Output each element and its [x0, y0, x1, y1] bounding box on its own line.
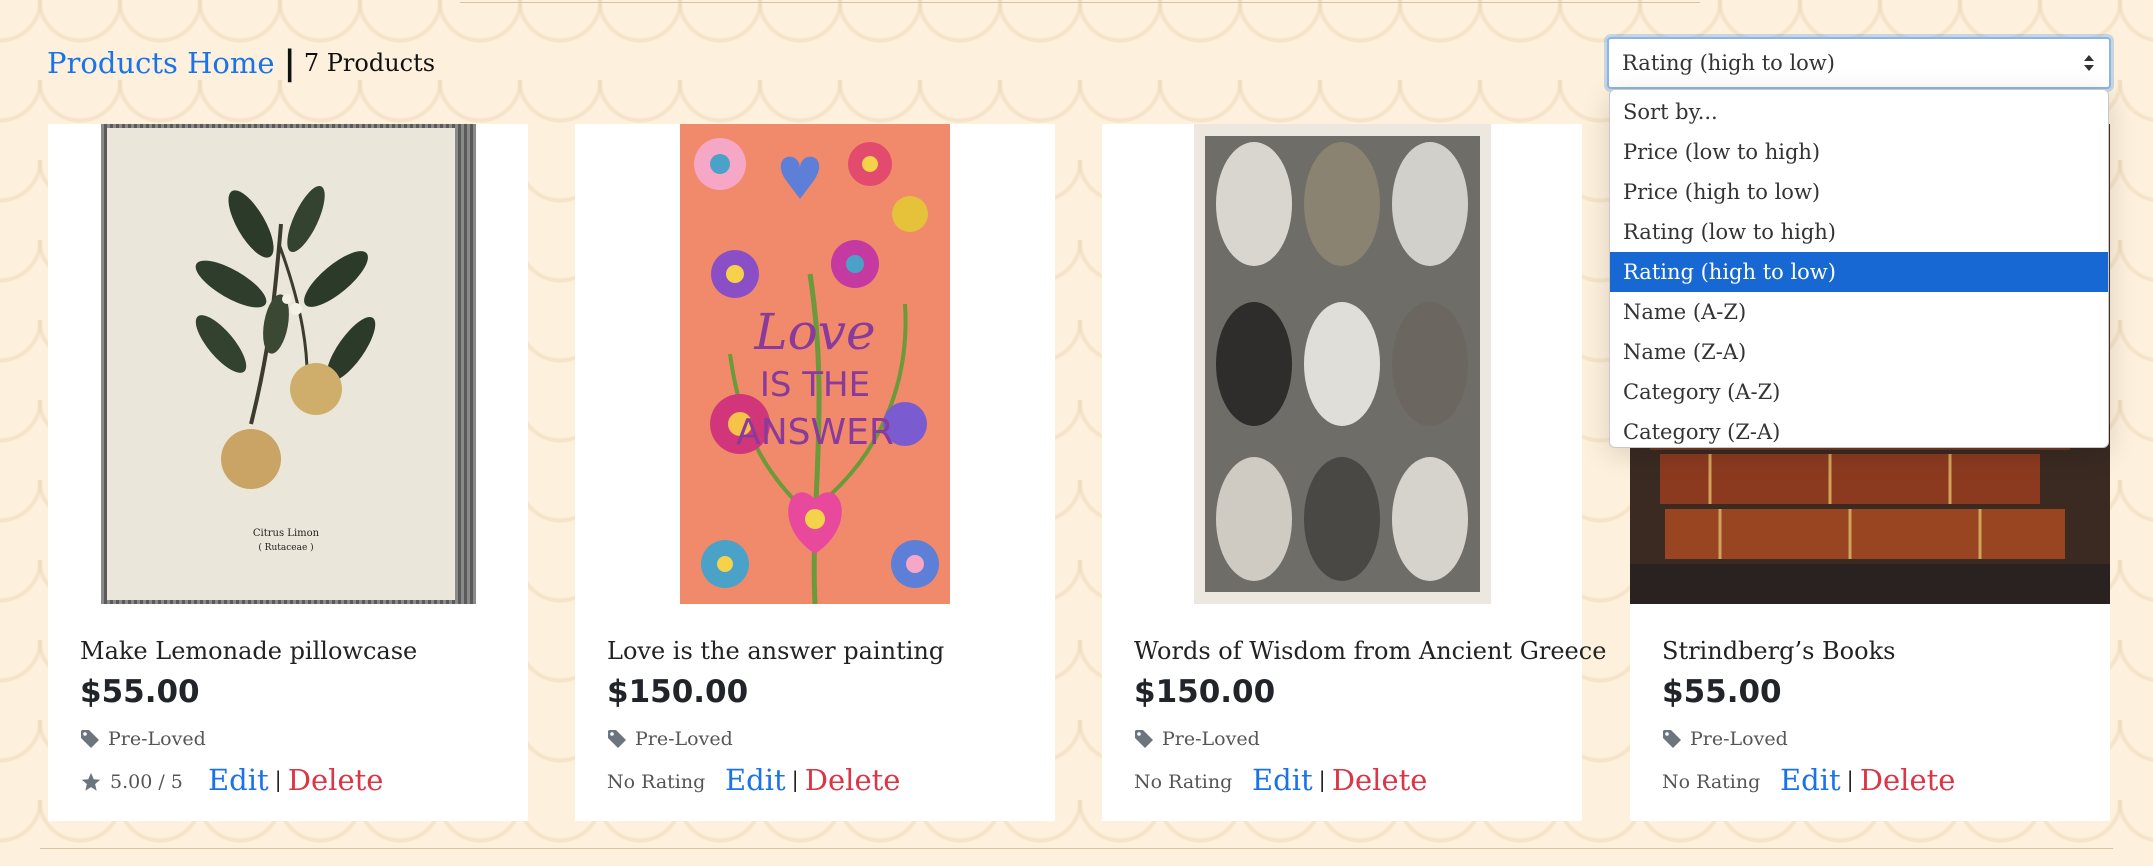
- edit-link[interactable]: Edit: [208, 763, 269, 797]
- rating-value: No Rating: [1662, 771, 1761, 793]
- delete-link[interactable]: Delete: [1332, 763, 1428, 797]
- product-actions: Edit | Delete: [1780, 760, 1955, 800]
- product-title: Words of Wisdom from Ancient Greece: [1134, 637, 1607, 665]
- product-rating: No Rating: [1134, 767, 1232, 797]
- product-title: Make Lemonade pillowcase: [80, 637, 418, 665]
- product-price: $150.00: [1134, 674, 1276, 710]
- page-header: Products Home | 7 Products: [47, 40, 435, 86]
- product-price: $55.00: [1662, 674, 1782, 710]
- action-separator: |: [1318, 768, 1326, 792]
- product-rating: 5.00 / 5: [80, 767, 183, 797]
- rating-value: No Rating: [1134, 771, 1233, 793]
- painting-text: IS THE: [760, 365, 870, 405]
- product-image-pillowcase[interactable]: Citrus Limon ( Rutaceae ): [101, 124, 476, 604]
- star-icon: [81, 772, 101, 791]
- tag-icon: [608, 730, 626, 748]
- delete-link[interactable]: Delete: [288, 763, 384, 797]
- sort-dropdown-menu: Sort by... Price (low to high) Price (hi…: [1609, 89, 2109, 448]
- sort-option[interactable]: Rating (low to high): [1610, 212, 2108, 252]
- sort-option[interactable]: Price (low to high): [1610, 132, 2108, 172]
- product-category: Pre-Loved: [607, 728, 733, 750]
- tag-icon: [81, 730, 99, 748]
- product-card: Citrus Limon ( Rutaceae ) Make Lemonade …: [48, 124, 528, 821]
- product-price: $150.00: [607, 674, 749, 710]
- header-separator: |: [283, 43, 296, 83]
- image-caption-sub: ( Rutaceae ): [258, 542, 313, 553]
- edit-link[interactable]: Edit: [1780, 763, 1841, 797]
- product-title: Love is the answer painting: [607, 637, 945, 665]
- sort-option[interactable]: Name (Z-A): [1610, 332, 2108, 372]
- action-separator: |: [791, 768, 799, 792]
- bottom-divider: [40, 848, 2113, 849]
- delete-link[interactable]: Delete: [805, 763, 901, 797]
- rating-value: 5.00 / 5: [110, 771, 183, 793]
- category-label: Pre-Loved: [635, 728, 733, 750]
- product-image-painting[interactable]: Love IS THE ANSWER: [680, 124, 950, 604]
- category-label: Pre-Loved: [1690, 728, 1788, 750]
- product-category: Pre-Loved: [80, 728, 206, 750]
- top-divider: [460, 2, 1700, 3]
- products-home-link[interactable]: Products Home: [47, 46, 274, 80]
- rating-value: No Rating: [607, 771, 706, 793]
- painting-text: ANSWER: [736, 412, 894, 453]
- category-label: Pre-Loved: [108, 728, 206, 750]
- tag-icon: [1663, 730, 1681, 748]
- product-rating: No Rating: [607, 767, 705, 797]
- sort-selected-value: Rating (high to low): [1622, 51, 1835, 75]
- product-image-masks[interactable]: [1194, 124, 1491, 604]
- sort-option[interactable]: Category (Z-A): [1610, 412, 2108, 447]
- product-price: $55.00: [80, 674, 200, 710]
- product-category: Pre-Loved: [1134, 728, 1260, 750]
- painting-text: Love: [753, 303, 875, 361]
- product-title: Strindberg’s Books: [1662, 637, 1896, 665]
- image-caption: Citrus Limon: [253, 528, 320, 539]
- product-actions: Edit | Delete: [725, 760, 900, 800]
- sort-select[interactable]: Rating (high to low): [1607, 37, 2111, 89]
- product-rating: No Rating: [1662, 767, 1760, 797]
- sort-option[interactable]: Category (A-Z): [1610, 372, 2108, 412]
- tag-icon: [1135, 730, 1153, 748]
- product-card: Love IS THE ANSWER Love is the answer pa…: [575, 124, 1055, 821]
- product-actions: Edit | Delete: [208, 760, 383, 800]
- sort-option-selected[interactable]: Rating (high to low): [1610, 252, 2108, 292]
- sort-option[interactable]: Name (A-Z): [1610, 292, 2108, 332]
- action-separator: |: [274, 768, 282, 792]
- product-count: 7 Products: [303, 49, 436, 77]
- delete-link[interactable]: Delete: [1860, 763, 1956, 797]
- edit-link[interactable]: Edit: [725, 763, 786, 797]
- sort-option[interactable]: Sort by...: [1610, 92, 2108, 132]
- action-separator: |: [1846, 768, 1854, 792]
- category-label: Pre-Loved: [1162, 728, 1260, 750]
- product-actions: Edit | Delete: [1252, 760, 1427, 800]
- select-arrows-icon: [2084, 55, 2094, 71]
- edit-link[interactable]: Edit: [1252, 763, 1313, 797]
- product-card: Words of Wisdom from Ancient Greece $150…: [1102, 124, 1606, 821]
- sort-option[interactable]: Price (high to low): [1610, 172, 2108, 212]
- product-category: Pre-Loved: [1662, 728, 1788, 750]
